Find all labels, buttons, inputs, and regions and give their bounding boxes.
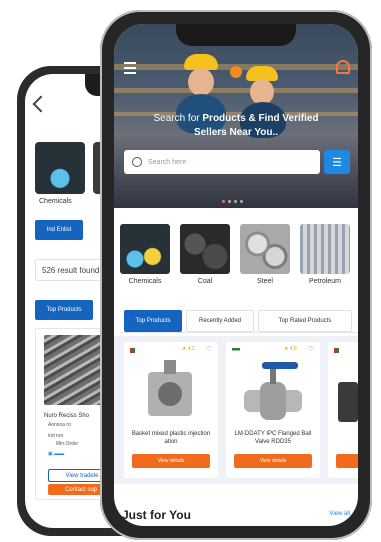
category-petroleum[interactable]: Petroleum bbox=[300, 224, 350, 285]
category-steel[interactable]: Steel bbox=[240, 224, 290, 285]
product-carousel: ★ 4.2 ♡ Basket mixed plastic injection a… bbox=[114, 336, 358, 484]
shelf-line bbox=[114, 88, 358, 93]
product-tabs: Top Products Recently Added Top Rated Pr… bbox=[120, 310, 358, 333]
front-phone-screen: Search for Products & Find Verified Sell… bbox=[114, 24, 358, 526]
product-card[interactable]: ★ 4.6 ♡ LM-DDATY IPC Flanged Ball Valve … bbox=[226, 342, 320, 478]
search-input[interactable]: Search here bbox=[124, 150, 320, 174]
country-flag-icon bbox=[232, 348, 240, 353]
search-icon bbox=[132, 157, 142, 167]
category-tile-chemicals-back[interactable] bbox=[35, 142, 85, 194]
back-arrow-icon[interactable] bbox=[32, 95, 50, 113]
country-flag-icon bbox=[334, 348, 342, 353]
tab-top-rated-products[interactable]: Top Rated Products bbox=[258, 310, 352, 332]
category-image-coal bbox=[180, 224, 230, 274]
seller-logo: ▣ ▬▬ bbox=[48, 451, 65, 457]
enlist-button[interactable]: Ind Enlist bbox=[35, 220, 83, 240]
view-details-button[interactable]: View details bbox=[132, 454, 210, 468]
category-image-chemicals bbox=[120, 224, 170, 274]
carousel-dots bbox=[222, 200, 243, 203]
product-image bbox=[338, 382, 358, 422]
category-label-coal: Coal bbox=[197, 278, 213, 285]
search-placeholder: Search here bbox=[148, 158, 187, 166]
front-phone-frame: Search for Products & Find Verified Sell… bbox=[100, 10, 372, 540]
tab-top-products[interactable]: Top Products bbox=[124, 310, 182, 332]
hero-headline-line2: Sellers Near You.. bbox=[193, 127, 279, 138]
category-chemicals[interactable]: Chemicals bbox=[120, 224, 170, 285]
product-name: LM-DDATY IPC Flanged Ball Valve RDD35 bbox=[234, 431, 312, 445]
category-image-steel bbox=[240, 224, 290, 274]
product-name: Nuro Reciss Sho bbox=[44, 413, 90, 419]
view-all-link[interactable]: View all bbox=[329, 511, 350, 517]
worker-face bbox=[188, 68, 214, 96]
hero-banner: Search for Products & Find Verified Sell… bbox=[114, 24, 358, 208]
gear-icon bbox=[230, 66, 242, 78]
phone-notch bbox=[176, 24, 296, 46]
product-image bbox=[138, 360, 204, 426]
hero-headline-line1: Search for Products & Find Verified bbox=[153, 113, 319, 124]
product-line3: ind nor bbox=[48, 433, 64, 439]
product-image bbox=[240, 360, 306, 426]
filter-button[interactable]: ☰ bbox=[324, 150, 350, 174]
product-name: Basket mixed plastic injection ation bbox=[131, 431, 211, 445]
category-image-petroleum bbox=[300, 224, 350, 274]
category-label-petroleum: Petroleum bbox=[309, 278, 341, 285]
section-title-just-for-you: Just for You bbox=[122, 508, 191, 522]
category-label: Chemicals bbox=[39, 198, 72, 205]
category-label-chemicals: Chemicals bbox=[128, 278, 162, 285]
country-flag-icon bbox=[130, 348, 138, 353]
view-details-button[interactable]: View details bbox=[234, 454, 312, 468]
rating: ★ 4.6 bbox=[284, 346, 297, 352]
rating: ★ 4.2 bbox=[182, 346, 195, 352]
menu-icon[interactable] bbox=[124, 62, 136, 77]
notification-icon[interactable] bbox=[336, 60, 350, 74]
product-line2: Aonsoa ro bbox=[48, 422, 71, 428]
tab-top-products-back[interactable]: Top Products bbox=[35, 300, 93, 320]
category-coal[interactable]: Coal bbox=[180, 224, 230, 285]
product-card[interactable]: ★ 4.2 ♡ Basket mixed plastic injection a… bbox=[124, 342, 218, 478]
filter-icon: ☰ bbox=[332, 156, 342, 169]
tab-recently-added[interactable]: Recently Added bbox=[186, 310, 254, 332]
view-details-button[interactable] bbox=[336, 454, 358, 468]
product-min-order: Min.Order bbox=[56, 441, 79, 447]
heart-icon[interactable]: ♡ bbox=[308, 345, 314, 353]
product-card[interactable] bbox=[328, 342, 358, 478]
heart-icon[interactable]: ♡ bbox=[206, 345, 212, 353]
category-label-steel: Steel bbox=[257, 278, 273, 285]
